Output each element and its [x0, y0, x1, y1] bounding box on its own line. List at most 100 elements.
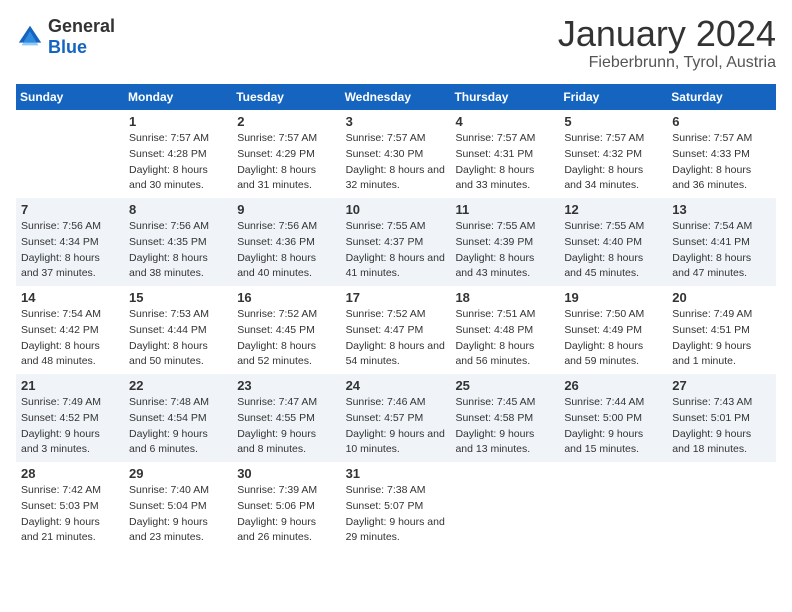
day-number: 26: [564, 378, 662, 393]
sunrise: Sunrise: 7:56 AM: [21, 220, 101, 232]
day-number: 19: [564, 290, 662, 305]
day-number: 25: [455, 378, 554, 393]
calendar-cell: 3 Sunrise: 7:57 AM Sunset: 4:30 PM Dayli…: [341, 110, 451, 198]
col-wednesday: Wednesday: [341, 84, 451, 110]
sunrise: Sunrise: 7:57 AM: [564, 132, 644, 144]
calendar-week-row: 7 Sunrise: 7:56 AM Sunset: 4:34 PM Dayli…: [16, 198, 776, 286]
daylight: Daylight: 8 hours and 56 minutes.: [455, 340, 534, 368]
calendar-header-row: Sunday Monday Tuesday Wednesday Thursday…: [16, 84, 776, 110]
daylight: Daylight: 8 hours and 41 minutes.: [346, 252, 445, 280]
sunset: Sunset: 5:00 PM: [564, 412, 642, 424]
calendar-cell: 5 Sunrise: 7:57 AM Sunset: 4:32 PM Dayli…: [559, 110, 667, 198]
day-number: 17: [346, 290, 446, 305]
daylight: Daylight: 8 hours and 52 minutes.: [237, 340, 316, 368]
col-saturday: Saturday: [667, 84, 776, 110]
sunrise: Sunrise: 7:57 AM: [455, 132, 535, 144]
sunset: Sunset: 4:28 PM: [129, 148, 207, 160]
calendar-cell: 14 Sunrise: 7:54 AM Sunset: 4:42 PM Dayl…: [16, 286, 124, 374]
day-number: 3: [346, 114, 446, 129]
sunrise: Sunrise: 7:52 AM: [346, 308, 426, 320]
day-number: 7: [21, 202, 119, 217]
sunset: Sunset: 4:57 PM: [346, 412, 424, 424]
daylight: Daylight: 8 hours and 40 minutes.: [237, 252, 316, 280]
day-number: 30: [237, 466, 335, 481]
sunrise: Sunrise: 7:54 AM: [21, 308, 101, 320]
calendar-cell: [559, 462, 667, 550]
calendar-cell: 4 Sunrise: 7:57 AM Sunset: 4:31 PM Dayli…: [450, 110, 559, 198]
day-number: 24: [346, 378, 446, 393]
daylight: Daylight: 8 hours and 32 minutes.: [346, 164, 445, 192]
daylight: Daylight: 8 hours and 31 minutes.: [237, 164, 316, 192]
daylight: Daylight: 9 hours and 8 minutes.: [237, 428, 316, 456]
daylight: Daylight: 8 hours and 30 minutes.: [129, 164, 208, 192]
daylight: Daylight: 8 hours and 38 minutes.: [129, 252, 208, 280]
sunrise: Sunrise: 7:56 AM: [129, 220, 209, 232]
day-number: 8: [129, 202, 227, 217]
calendar-cell: 1 Sunrise: 7:57 AM Sunset: 4:28 PM Dayli…: [124, 110, 232, 198]
calendar-cell: 28 Sunrise: 7:42 AM Sunset: 5:03 PM Dayl…: [16, 462, 124, 550]
sunset: Sunset: 4:29 PM: [237, 148, 315, 160]
daylight: Daylight: 9 hours and 26 minutes.: [237, 516, 316, 544]
daylight: Daylight: 9 hours and 29 minutes.: [346, 516, 445, 544]
calendar-table: Sunday Monday Tuesday Wednesday Thursday…: [16, 84, 776, 550]
sunrise: Sunrise: 7:42 AM: [21, 484, 101, 496]
sunrise: Sunrise: 7:40 AM: [129, 484, 209, 496]
sunset: Sunset: 4:36 PM: [237, 236, 315, 248]
daylight: Daylight: 9 hours and 10 minutes.: [346, 428, 445, 456]
daylight: Daylight: 9 hours and 15 minutes.: [564, 428, 643, 456]
sunset: Sunset: 4:32 PM: [564, 148, 642, 160]
day-number: 5: [564, 114, 662, 129]
title-block: January 2024 Fieberbrunn, Tyrol, Austria: [558, 16, 776, 72]
calendar-cell: 31 Sunrise: 7:38 AM Sunset: 5:07 PM Dayl…: [341, 462, 451, 550]
sunset: Sunset: 4:41 PM: [672, 236, 750, 248]
calendar-cell: 29 Sunrise: 7:40 AM Sunset: 5:04 PM Dayl…: [124, 462, 232, 550]
daylight: Daylight: 9 hours and 3 minutes.: [21, 428, 100, 456]
day-number: 13: [672, 202, 771, 217]
sunset: Sunset: 4:52 PM: [21, 412, 99, 424]
sunset: Sunset: 4:55 PM: [237, 412, 315, 424]
day-number: 28: [21, 466, 119, 481]
day-number: 12: [564, 202, 662, 217]
sunrise: Sunrise: 7:49 AM: [672, 308, 752, 320]
col-sunday: Sunday: [16, 84, 124, 110]
sunrise: Sunrise: 7:57 AM: [672, 132, 752, 144]
day-number: 18: [455, 290, 554, 305]
sunrise: Sunrise: 7:57 AM: [129, 132, 209, 144]
sunset: Sunset: 4:54 PM: [129, 412, 207, 424]
calendar-cell: 27 Sunrise: 7:43 AM Sunset: 5:01 PM Dayl…: [667, 374, 776, 462]
calendar-week-row: 21 Sunrise: 7:49 AM Sunset: 4:52 PM Dayl…: [16, 374, 776, 462]
sunrise: Sunrise: 7:45 AM: [455, 396, 535, 408]
sunrise: Sunrise: 7:44 AM: [564, 396, 644, 408]
sunset: Sunset: 4:47 PM: [346, 324, 424, 336]
sunrise: Sunrise: 7:48 AM: [129, 396, 209, 408]
calendar-cell: 8 Sunrise: 7:56 AM Sunset: 4:35 PM Dayli…: [124, 198, 232, 286]
day-number: 15: [129, 290, 227, 305]
page-header: General Blue January 2024 Fieberbrunn, T…: [16, 16, 776, 72]
day-number: 11: [455, 202, 554, 217]
calendar-cell: 21 Sunrise: 7:49 AM Sunset: 4:52 PM Dayl…: [16, 374, 124, 462]
sunrise: Sunrise: 7:52 AM: [237, 308, 317, 320]
calendar-cell: 13 Sunrise: 7:54 AM Sunset: 4:41 PM Dayl…: [667, 198, 776, 286]
logo-text-blue: Blue: [48, 37, 87, 57]
sunrise: Sunrise: 7:55 AM: [564, 220, 644, 232]
day-number: 16: [237, 290, 335, 305]
daylight: Daylight: 9 hours and 1 minute.: [672, 340, 751, 368]
sunrise: Sunrise: 7:39 AM: [237, 484, 317, 496]
sunrise: Sunrise: 7:43 AM: [672, 396, 752, 408]
day-number: 23: [237, 378, 335, 393]
col-tuesday: Tuesday: [232, 84, 340, 110]
daylight: Daylight: 8 hours and 59 minutes.: [564, 340, 643, 368]
daylight: Daylight: 8 hours and 45 minutes.: [564, 252, 643, 280]
sunset: Sunset: 5:06 PM: [237, 500, 315, 512]
sunset: Sunset: 4:34 PM: [21, 236, 99, 248]
daylight: Daylight: 8 hours and 48 minutes.: [21, 340, 100, 368]
sunrise: Sunrise: 7:46 AM: [346, 396, 426, 408]
daylight: Daylight: 9 hours and 13 minutes.: [455, 428, 534, 456]
sunset: Sunset: 5:03 PM: [21, 500, 99, 512]
sunset: Sunset: 4:44 PM: [129, 324, 207, 336]
day-number: 1: [129, 114, 227, 129]
daylight: Daylight: 9 hours and 21 minutes.: [21, 516, 100, 544]
daylight: Daylight: 8 hours and 47 minutes.: [672, 252, 751, 280]
sunrise: Sunrise: 7:57 AM: [346, 132, 426, 144]
sunrise: Sunrise: 7:55 AM: [455, 220, 535, 232]
